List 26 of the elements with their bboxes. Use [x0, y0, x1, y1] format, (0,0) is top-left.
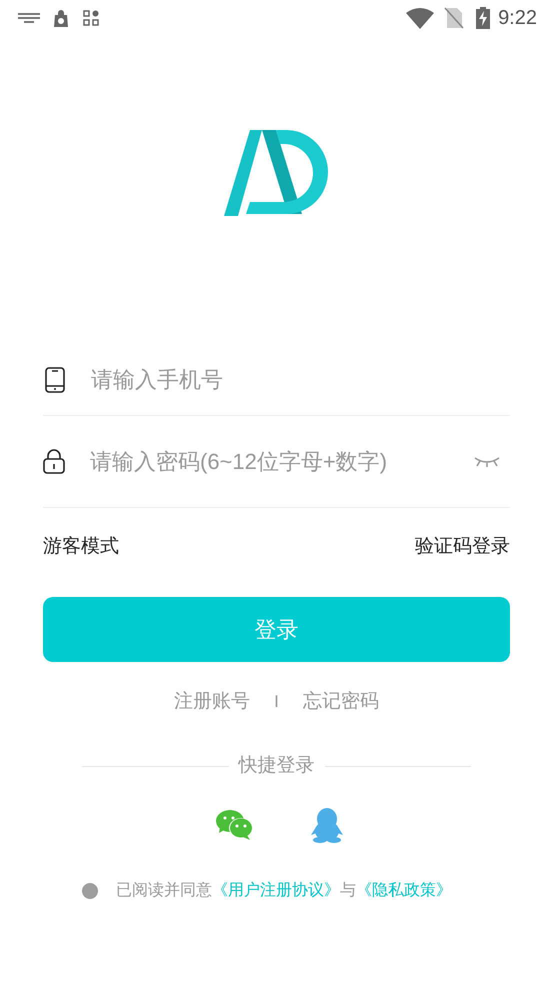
keyboard-icon — [18, 12, 40, 24]
no-sim-icon — [444, 7, 464, 29]
conjunction-text: 与 — [340, 880, 356, 900]
login-button[interactable]: 登录 — [43, 597, 510, 662]
password-input-field[interactable]: 请输入密码(6~12位字母+数字) — [90, 445, 474, 478]
wechat-icon[interactable] — [216, 808, 254, 840]
agreement-text: 已阅读并同意 — [116, 880, 212, 900]
phone-icon — [45, 366, 65, 392]
guest-mode-link[interactable]: 游客模式 — [43, 532, 119, 562]
wifi-icon — [406, 7, 434, 29]
penguin-icon[interactable] — [310, 806, 344, 842]
clock-time: 9:22 — [498, 6, 537, 31]
user-agreement-link[interactable]: 《用户注册协议》 — [212, 878, 340, 902]
link-separator: I — [274, 691, 279, 714]
quick-login-title: 快捷登录 — [238, 754, 314, 778]
sms-login-link[interactable]: 验证码登录 — [415, 532, 510, 562]
apps-icon — [83, 10, 99, 26]
closed-eye-icon[interactable] — [474, 456, 500, 468]
agreement-checkbox[interactable] — [82, 882, 98, 898]
shopping-bag-icon — [54, 10, 68, 26]
lock-icon — [43, 449, 65, 474]
battery-charging-icon — [476, 7, 490, 29]
register-link[interactable]: 注册账号 — [174, 688, 250, 716]
privacy-policy-link[interactable]: 《隐私政策》 — [356, 878, 452, 902]
phone-input-field[interactable]: 请输入手机号 — [91, 363, 510, 396]
forgot-password-link[interactable]: 忘记密码 — [302, 688, 379, 716]
